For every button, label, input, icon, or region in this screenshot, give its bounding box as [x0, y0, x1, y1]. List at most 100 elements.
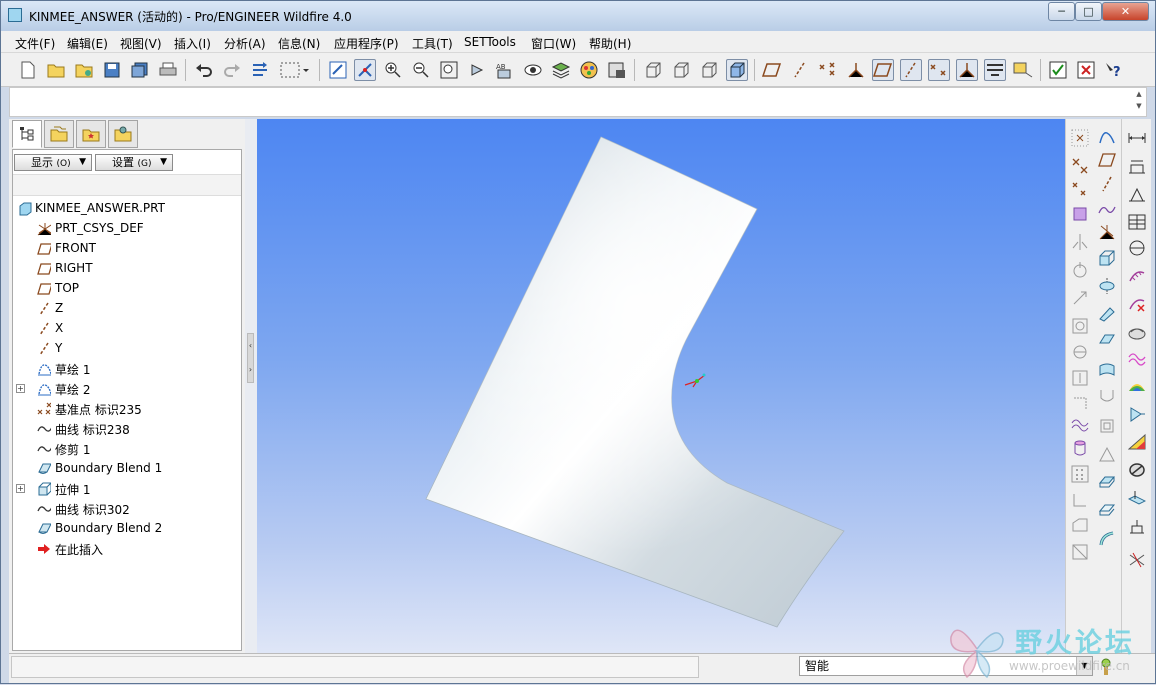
close-button[interactable]: ✕ [1102, 2, 1149, 21]
trim-icon[interactable] [1096, 415, 1118, 437]
csys-tool-icon[interactable] [1096, 221, 1118, 243]
fill-tool-icon[interactable] [1096, 359, 1118, 381]
tree-item-boundary-blend-2[interactable]: Boundary Blend 2 [13, 519, 241, 539]
csys-tool-icon[interactable] [956, 59, 978, 81]
mass-properties-icon[interactable] [1126, 211, 1148, 233]
tree-item-curve-238[interactable]: 曲线 标识238 [13, 419, 241, 439]
menu-file[interactable]: 文件(F) [15, 35, 55, 52]
shaded-curvature-icon[interactable] [1126, 347, 1148, 369]
expand-icon[interactable]: + [16, 484, 25, 493]
zoom-out-icon[interactable] [410, 59, 432, 81]
view-manager-icon[interactable] [522, 59, 544, 81]
hidden-line-icon[interactable] [670, 59, 692, 81]
datum-point-icon[interactable] [1069, 155, 1091, 177]
menu-settools[interactable]: SETTools [464, 35, 516, 49]
datum-points-display-icon[interactable] [817, 59, 839, 81]
menu-view[interactable]: 视图(V) [120, 35, 162, 52]
variable-sweep-icon[interactable] [1096, 303, 1118, 325]
minimize-button[interactable]: ─ [1048, 2, 1075, 21]
tree-item-front[interactable]: FRONT [13, 239, 241, 259]
no-hidden-icon[interactable] [698, 59, 720, 81]
measure-angle-icon[interactable] [1126, 183, 1148, 205]
shell-box-icon[interactable] [1069, 489, 1091, 511]
thicken-icon[interactable] [1096, 471, 1118, 493]
wireframe-icon[interactable] [642, 59, 664, 81]
tree-item-top[interactable]: TOP [13, 279, 241, 299]
save-copy-icon[interactable] [129, 59, 151, 81]
annotation-display-icon[interactable] [984, 59, 1006, 81]
datum-axis-tool-icon[interactable] [900, 59, 922, 81]
print-icon[interactable] [157, 59, 179, 81]
refit-icon[interactable] [438, 59, 460, 81]
boundary-surface-icon[interactable] [1069, 413, 1091, 435]
save-icon[interactable] [101, 59, 123, 81]
tab-folder-browser[interactable] [44, 120, 74, 148]
sketch-tool-icon[interactable] [1096, 127, 1118, 149]
maximize-button[interactable]: □ [1075, 2, 1102, 21]
draft-icon[interactable] [1069, 393, 1091, 415]
reorient-icon[interactable] [466, 59, 488, 81]
style-tool-icon[interactable] [1096, 527, 1118, 549]
rib-icon[interactable] [1069, 367, 1091, 389]
menu-edit[interactable]: 编辑(E) [67, 35, 108, 52]
cut-icon[interactable] [1069, 515, 1091, 537]
tree-item-axis-z[interactable]: Z [13, 299, 241, 319]
revolve-icon[interactable] [1069, 259, 1091, 281]
layer-tool-icon[interactable] [1069, 203, 1091, 225]
tree-item-trim-1[interactable]: 修剪 1 [13, 439, 241, 459]
axis-tool-icon[interactable] [1096, 173, 1118, 195]
revolve-tool-icon[interactable] [1096, 275, 1118, 297]
solidify-icon[interactable] [1096, 499, 1118, 521]
spin-center-display-icon[interactable] [1012, 59, 1034, 81]
curvature-analysis-icon[interactable] [1126, 265, 1148, 287]
offset-icon[interactable] [1096, 443, 1118, 465]
saved-views-icon[interactable]: AB [494, 59, 516, 81]
pattern-icon[interactable] [1069, 463, 1091, 485]
node-analysis-icon[interactable] [1126, 515, 1148, 537]
menu-insert[interactable]: 插入(I) [174, 35, 211, 52]
menu-analysis[interactable]: 分析(A) [224, 35, 266, 52]
menu-help[interactable]: 帮助(H) [589, 35, 631, 52]
graphics-window[interactable] [257, 119, 1065, 653]
cancel-icon[interactable] [1075, 59, 1097, 81]
menu-window[interactable]: 窗口(W) [531, 35, 576, 52]
expand-icon[interactable]: + [16, 384, 25, 393]
appearance-icon[interactable] [578, 59, 600, 81]
shaded-icon[interactable] [726, 59, 748, 81]
datum-point-tool-icon[interactable] [928, 59, 950, 81]
deviation-analysis-icon[interactable] [1126, 487, 1148, 509]
extrude-tool-icon[interactable] [1096, 247, 1118, 269]
round-icon[interactable] [1069, 541, 1091, 563]
model-display-icon[interactable] [606, 59, 628, 81]
undo-icon[interactable] [193, 59, 215, 81]
merge-icon[interactable] [1096, 385, 1118, 407]
hole-icon[interactable] [1069, 315, 1091, 337]
cylinder-icon[interactable] [1069, 437, 1091, 459]
draft-analysis-icon[interactable] [1126, 403, 1148, 425]
tree-item-sketch-2[interactable]: + 草绘 2 [13, 379, 241, 399]
redo-icon[interactable] [221, 59, 243, 81]
measure-area-icon[interactable] [1126, 155, 1148, 177]
datum-planes-display-icon[interactable] [761, 59, 783, 81]
settings-dropdown[interactable]: 设置 (G) ▼ [95, 154, 173, 171]
selection-box-icon[interactable] [277, 59, 311, 81]
tab-model-tree[interactable] [12, 120, 42, 148]
csys-icon[interactable] [1069, 177, 1091, 199]
section-analysis-icon[interactable] [1126, 321, 1148, 343]
curve-tool-icon[interactable] [1096, 199, 1118, 221]
menu-info[interactable]: 信息(N) [278, 35, 320, 52]
open-folder-icon[interactable] [45, 59, 67, 81]
menu-applications[interactable]: 应用程序(P) [334, 35, 399, 52]
tab-connections[interactable] [108, 120, 138, 148]
tree-item-axis-y[interactable]: Y [13, 339, 241, 359]
model-surface[interactable] [257, 119, 1065, 653]
tree-item-part[interactable]: KINMEE_ANSWER.PRT [13, 199, 241, 219]
panel-sash[interactable]: ‹ › [245, 119, 257, 653]
reflection-analysis-icon[interactable] [1126, 375, 1148, 397]
tree-item-curve-302[interactable]: 曲线 标识302 [13, 499, 241, 519]
tree-item-boundary-blend-1[interactable]: Boundary Blend 1 [13, 459, 241, 479]
shell-icon[interactable] [1069, 341, 1091, 363]
mesh-analysis-icon[interactable] [1126, 549, 1148, 571]
mirror-icon[interactable] [1069, 231, 1091, 253]
measure-distance-icon[interactable] [1126, 127, 1148, 149]
